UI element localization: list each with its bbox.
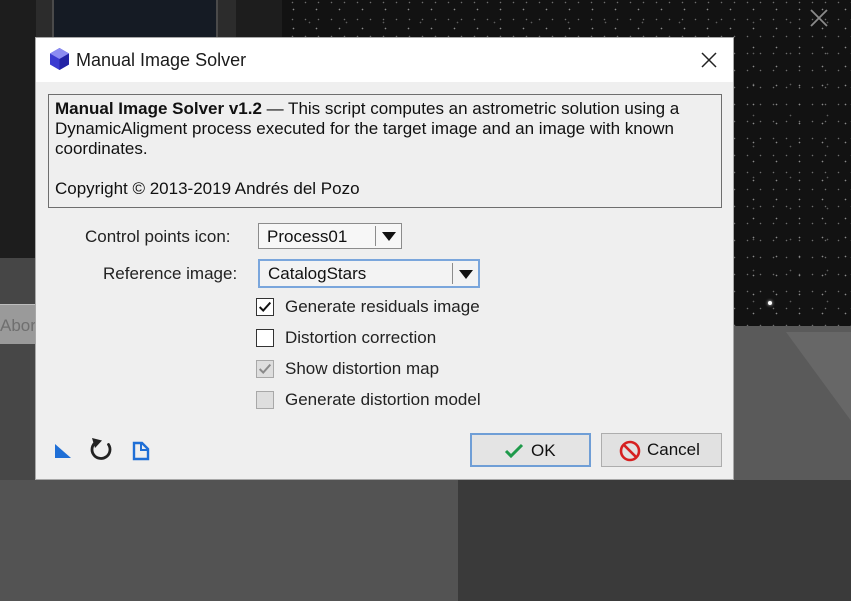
chevron-down-icon: [382, 232, 396, 241]
chevron-down-icon: [459, 270, 473, 279]
checkbox-label: Generate distortion model: [285, 390, 481, 409]
documentation-icon[interactable]: [131, 441, 151, 461]
cancel-icon: [619, 440, 641, 462]
reference-image-value: CatalogStars: [268, 264, 367, 283]
manual-image-solver-dialog: Manual Image Solver Manual Image Solver …: [35, 37, 734, 480]
reset-icon[interactable]: [88, 437, 114, 463]
copyright-text: Copyright © 2013-2019 Andrés del Pozo: [55, 179, 360, 198]
checkbox-label: Generate residuals image: [285, 297, 480, 316]
checkmark-icon: [258, 363, 272, 374]
script-info-box: Manual Image Solver v1.2 — This script c…: [48, 94, 722, 208]
dialog-titlebar[interactable]: Manual Image Solver: [36, 38, 733, 82]
checkbox[interactable]: [256, 298, 274, 316]
script-description: Manual Image Solver v1.2 — This script c…: [55, 99, 715, 159]
checkbox[interactable]: [256, 391, 274, 409]
workspace-bottom-left: [0, 480, 458, 601]
pixinsight-app-icon: [50, 48, 69, 70]
checkbox[interactable]: [256, 329, 274, 347]
control-points-value: Process01: [267, 227, 348, 246]
workspace-bottom-right: [458, 480, 851, 601]
checkbox-label: Distortion correction: [285, 328, 437, 347]
image-thumbnail: [52, 0, 218, 38]
checkbox-label: Show distortion map: [285, 359, 440, 378]
ok-button-label: OK: [531, 441, 556, 460]
workspace-close-icon[interactable]: [808, 7, 830, 29]
ok-button[interactable]: OK: [470, 433, 591, 467]
dialog-title: Manual Image Solver: [76, 50, 247, 70]
checkmark-icon: [258, 301, 272, 312]
cancel-button[interactable]: Cancel: [601, 433, 722, 467]
control-points-select[interactable]: Process01: [258, 223, 402, 249]
bright-star: [768, 301, 772, 305]
script-name: Manual Image Solver v1.2: [55, 99, 262, 118]
new-instance-icon[interactable]: [53, 442, 73, 460]
cancel-button-label: Cancel: [647, 440, 700, 459]
abort-button-label: Abor: [0, 316, 36, 335]
control-points-label: Control points icon:: [85, 227, 231, 246]
checkmark-icon: [504, 443, 524, 459]
close-icon[interactable]: [699, 50, 719, 70]
checkbox[interactable]: [256, 360, 274, 378]
reference-image-select[interactable]: CatalogStars: [258, 259, 480, 288]
reference-image-label: Reference image:: [103, 264, 238, 283]
